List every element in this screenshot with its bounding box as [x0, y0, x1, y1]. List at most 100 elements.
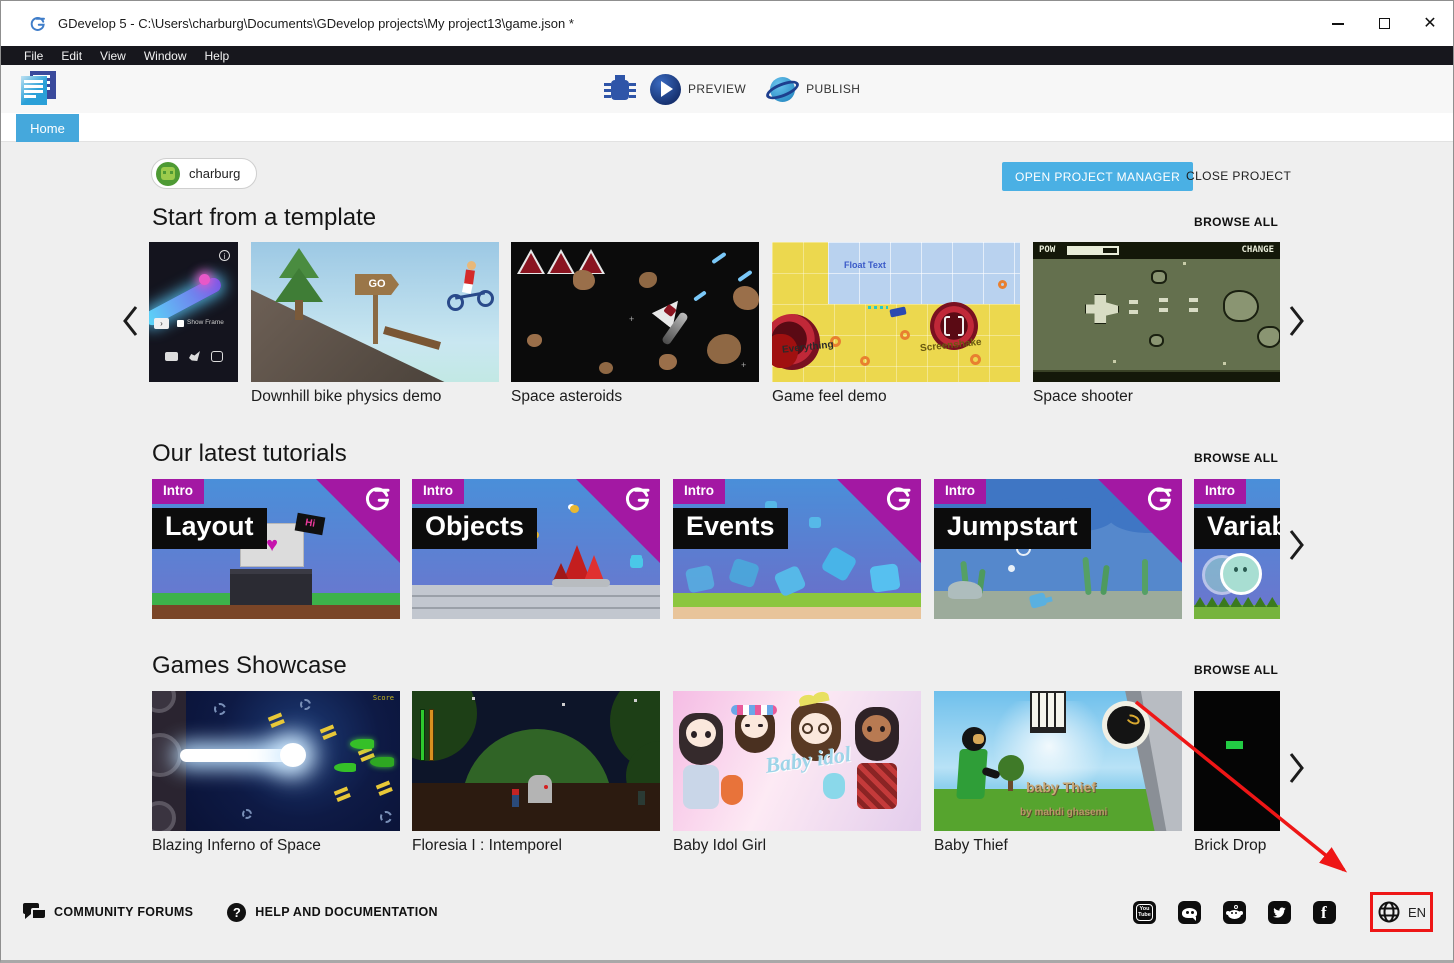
tutorial-card-jumpstart[interactable]: Intro Jumpstart	[934, 479, 1182, 619]
minimize-icon	[1332, 23, 1344, 25]
tutorial-card-objects[interactable]: Intro Objects	[412, 479, 660, 619]
char-body	[512, 795, 519, 807]
showcase-card-blazing-inferno[interactable]: Score	[152, 691, 400, 831]
ramp	[383, 326, 441, 350]
laser-bolt	[737, 270, 752, 282]
menu-view[interactable]: View	[91, 47, 135, 65]
change-label: CHANGE	[1241, 245, 1274, 255]
brick-wall	[412, 585, 660, 619]
facebook-icon[interactable]: f	[1313, 901, 1336, 924]
project-manager-icon-front	[21, 76, 47, 105]
discord-icon[interactable]	[1178, 901, 1201, 924]
template-card-space-asteroids[interactable]: + +	[511, 242, 759, 382]
green-enemy	[334, 763, 356, 772]
close-icon: ✕	[1423, 16, 1436, 32]
tutorial-title: Jumpstart	[934, 508, 1091, 549]
templates-next-button[interactable]	[1288, 304, 1306, 338]
mine	[242, 809, 252, 819]
menu-edit[interactable]: Edit	[52, 47, 91, 65]
publish-button[interactable]: PUBLISH	[761, 74, 865, 105]
minimize-button[interactable]	[1315, 1, 1361, 46]
language-selector[interactable]: EN	[1377, 900, 1426, 924]
showcase-section-title: Games Showcase	[152, 652, 347, 680]
tutorial-card-layout[interactable]: ♥ Hi Intro Layout	[152, 479, 400, 619]
seaweed	[1142, 559, 1148, 595]
templates-browse-all[interactable]: BROWSE ALL	[1194, 215, 1278, 229]
rider-head	[467, 261, 476, 270]
maximize-button[interactable]	[1361, 1, 1407, 46]
preview-label: PREVIEW	[688, 82, 746, 96]
chevron-right-icon	[1288, 304, 1306, 338]
preview-button[interactable]: PREVIEW	[645, 74, 751, 105]
ghost-character	[1220, 553, 1262, 595]
asteroid	[659, 354, 677, 370]
youtube-icon[interactable]: YouTube	[1133, 901, 1156, 924]
showcase-card-baby-thief[interactable]: baby Thief by mahdi ghasemi	[934, 691, 1182, 831]
toolbar: PREVIEW PUBLISH	[1, 65, 1453, 113]
bug-icon	[611, 80, 629, 100]
showcase-label: Blazing Inferno of Space	[152, 837, 321, 855]
cat-badge	[1107, 706, 1145, 744]
showcase-browse-all[interactable]: BROWSE ALL	[1194, 663, 1278, 677]
tutorials-next-button[interactable]	[1288, 528, 1306, 562]
grass	[1194, 605, 1280, 619]
laser-beam	[180, 749, 296, 762]
template-card-game-feel-demo[interactable]: Float Text Everything Screenshake	[772, 242, 1020, 382]
showcase-card-brick-drop[interactable]	[1194, 691, 1280, 831]
crab-sprite	[728, 558, 760, 589]
console-panel	[230, 569, 312, 605]
username: charburg	[189, 166, 240, 181]
template-label: Game feel demo	[772, 388, 887, 406]
help-documentation-link[interactable]: ? HELP AND DOCUMENTATION	[227, 903, 438, 922]
bee	[570, 505, 579, 513]
chibi-body	[683, 765, 719, 809]
tutorials-browse-all[interactable]: BROWSE ALL	[1194, 451, 1278, 465]
footer-links: COMMUNITY FORUMS ? HELP AND DOCUMENTATIO…	[23, 892, 438, 932]
orange-ring	[900, 330, 910, 340]
menu-window[interactable]: Window	[135, 47, 196, 65]
reddit-icon[interactable]	[1223, 901, 1246, 924]
blue-grid-zone	[828, 242, 1020, 304]
menu-bar: File Edit View Window Help	[1, 46, 1453, 65]
window-controls: ✕	[1315, 1, 1453, 46]
gdevelop-logo-icon	[884, 484, 914, 514]
template-card-downhill-bike[interactable]: GO	[251, 242, 499, 382]
project-manager-button[interactable]	[21, 71, 59, 107]
menu-file[interactable]: File	[15, 47, 52, 65]
debugger-button[interactable]	[605, 72, 635, 106]
publish-globe-icon	[766, 74, 799, 105]
templates-prev-button[interactable]	[121, 304, 139, 338]
showcase-next-button[interactable]	[1288, 751, 1306, 785]
rubble	[552, 579, 610, 587]
mini-play-button: ›	[154, 318, 169, 329]
info-icon: i	[219, 250, 230, 261]
tutorial-card-variables[interactable]: +1 Intro Variab	[1194, 479, 1280, 619]
template-card-space-shooter[interactable]: POW CHANGE	[1033, 242, 1280, 382]
community-forums-link[interactable]: COMMUNITY FORUMS	[23, 903, 193, 921]
tab-home[interactable]: Home	[16, 114, 79, 142]
gdevelop-logo-icon	[363, 484, 393, 514]
orange-ring	[860, 356, 870, 366]
close-button[interactable]: ✕	[1407, 1, 1453, 46]
close-project-button[interactable]: CLOSE PROJECT	[1186, 169, 1291, 183]
maximize-icon	[1379, 18, 1390, 29]
tree-trunk	[295, 300, 303, 320]
menu-help[interactable]: Help	[196, 47, 239, 65]
chevron-right-icon	[1288, 528, 1306, 562]
showcase-card-floresia[interactable]	[412, 691, 660, 831]
chat-bubbles-icon	[23, 903, 45, 921]
tutorial-card-events[interactable]: Intro Events	[673, 479, 921, 619]
footer-social: YouTube f	[1133, 892, 1433, 932]
open-project-manager-button[interactable]: OPEN PROJECT MANAGER	[1002, 162, 1193, 191]
template-card-particle-demo[interactable]: i › Show Frame	[149, 242, 238, 382]
twitter-icon[interactable]	[1268, 901, 1291, 924]
star-dot	[562, 703, 565, 706]
showcase-card-baby-idol[interactable]: Baby idol	[673, 691, 921, 831]
user-chip[interactable]: charburg	[151, 158, 257, 189]
itch-mini-icon	[211, 351, 223, 362]
bullet	[1129, 300, 1138, 304]
crab-sprite	[820, 546, 857, 583]
laser-bolt	[693, 290, 707, 301]
player-ship	[1085, 294, 1119, 324]
tutorial-title: Layout	[152, 508, 267, 549]
